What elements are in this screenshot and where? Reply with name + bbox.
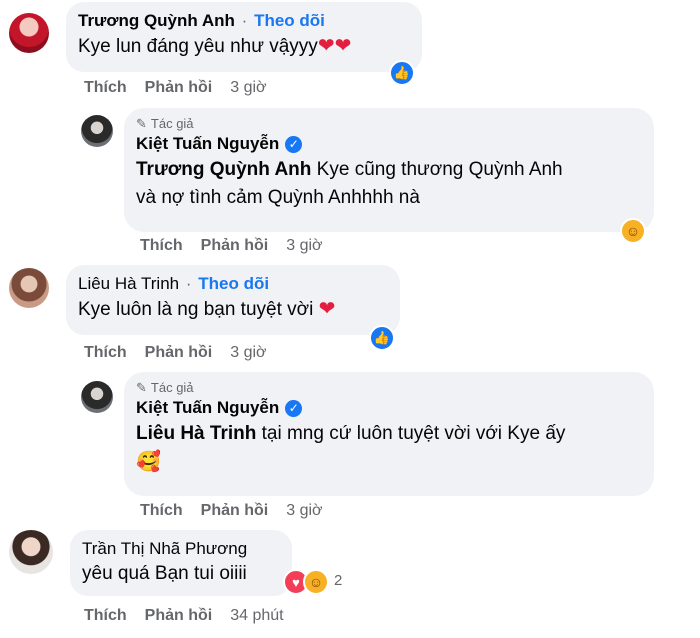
like-icon[interactable]: 👍 bbox=[389, 60, 415, 86]
like-icon[interactable]: 👍 bbox=[369, 325, 395, 351]
comment-bubble: Trần Thị Nhã Phương yêu quá Bạn tui oiii… bbox=[70, 530, 292, 596]
author-tag: Tác giả bbox=[150, 116, 194, 131]
comment-bubble: Liêu Hà Trinh · Theo dõi Kye luôn là ng … bbox=[66, 265, 400, 335]
commenter-name[interactable]: Trương Quỳnh Anh bbox=[78, 11, 235, 30]
comment-actions: Thích Phản hồi 3 giờ bbox=[140, 502, 323, 520]
author-tag: Tác giả bbox=[150, 380, 194, 395]
reply-bubble: ✎ Tác giả Kiệt Tuấn Nguyễn ✓ Trương Quỳn… bbox=[124, 108, 654, 232]
like-button[interactable]: Thích bbox=[84, 79, 127, 97]
reply-bubble: ✎ Tác giả Kiệt Tuấn Nguyễn ✓ Liêu Hà Tri… bbox=[124, 372, 654, 496]
timestamp[interactable]: 34 phút bbox=[230, 607, 283, 625]
commenter-name[interactable]: Kiệt Tuấn Nguyễn bbox=[136, 132, 279, 156]
comment-actions: Thích Phản hồi 34 phút bbox=[84, 607, 284, 625]
comment-text: yêu quá Bạn tui oiiii bbox=[82, 563, 247, 584]
avatar[interactable] bbox=[81, 381, 113, 413]
care-icon[interactable]: ☺ bbox=[303, 569, 329, 595]
reply-button[interactable]: Phản hồi bbox=[145, 79, 213, 97]
reply-text-line2: và nợ tình cảm Quỳnh Anhhhh nà bbox=[136, 187, 420, 208]
timestamp[interactable]: 3 giờ bbox=[286, 237, 322, 255]
heart-emoji-icon: ❤ bbox=[318, 298, 336, 320]
mention-link[interactable]: Trương Quỳnh Anh bbox=[136, 159, 311, 180]
like-button[interactable]: Thích bbox=[140, 237, 183, 255]
follow-link[interactable]: Theo dõi bbox=[254, 11, 325, 30]
like-button[interactable]: Thích bbox=[140, 502, 183, 520]
pencil-icon: ✎ bbox=[136, 380, 147, 395]
like-button[interactable]: Thích bbox=[84, 344, 127, 362]
comment-text: Kye lun đáng yêu như vậyyy bbox=[78, 36, 318, 57]
timestamp[interactable]: 3 giờ bbox=[286, 502, 322, 520]
comment-bubble: Trương Quỳnh Anh · Theo dõi Kye lun đáng… bbox=[66, 2, 422, 72]
heart-emoji-icon: ❤❤ bbox=[317, 35, 352, 57]
avatar[interactable] bbox=[81, 115, 113, 147]
commenter-name[interactable]: Liêu Hà Trinh bbox=[78, 274, 179, 293]
reaction-count[interactable]: 2 bbox=[334, 572, 342, 589]
avatar[interactable] bbox=[9, 13, 49, 53]
follow-link[interactable]: Theo dõi bbox=[198, 274, 269, 293]
commenter-name[interactable]: Kiệt Tuấn Nguyễn bbox=[136, 396, 279, 420]
like-button[interactable]: Thích bbox=[84, 607, 127, 625]
reply-text: Kye cũng thương Quỳnh Anh bbox=[311, 159, 563, 180]
timestamp[interactable]: 3 giờ bbox=[230, 79, 266, 97]
verified-badge-icon: ✓ bbox=[285, 135, 303, 153]
smiling-hearts-emoji-icon: 🥰 bbox=[136, 451, 161, 473]
reply-button[interactable]: Phản hồi bbox=[201, 502, 269, 520]
pencil-icon: ✎ bbox=[136, 116, 147, 131]
reply-button[interactable]: Phản hồi bbox=[145, 607, 213, 625]
avatar[interactable] bbox=[9, 268, 49, 308]
care-icon[interactable]: ☺ bbox=[620, 218, 646, 244]
timestamp[interactable]: 3 giờ bbox=[230, 344, 266, 362]
comment-actions: Thích Phản hồi 3 giờ bbox=[84, 344, 267, 362]
comment-actions: Thích Phản hồi 3 giờ bbox=[84, 79, 267, 97]
comment-actions: Thích Phản hồi 3 giờ bbox=[140, 237, 323, 255]
reply-button[interactable]: Phản hồi bbox=[201, 237, 269, 255]
mention-link[interactable]: Liêu Hà Trinh bbox=[136, 423, 256, 444]
reply-text: tại mng cứ luôn tuyệt vời với Kye ấy bbox=[256, 423, 566, 444]
comment-text: Kye luôn là ng bạn tuyệt vời bbox=[78, 299, 314, 320]
commenter-name[interactable]: Trần Thị Nhã Phương bbox=[82, 539, 247, 558]
avatar[interactable] bbox=[9, 530, 53, 574]
reply-button[interactable]: Phản hồi bbox=[145, 344, 213, 362]
verified-badge-icon: ✓ bbox=[285, 399, 303, 417]
